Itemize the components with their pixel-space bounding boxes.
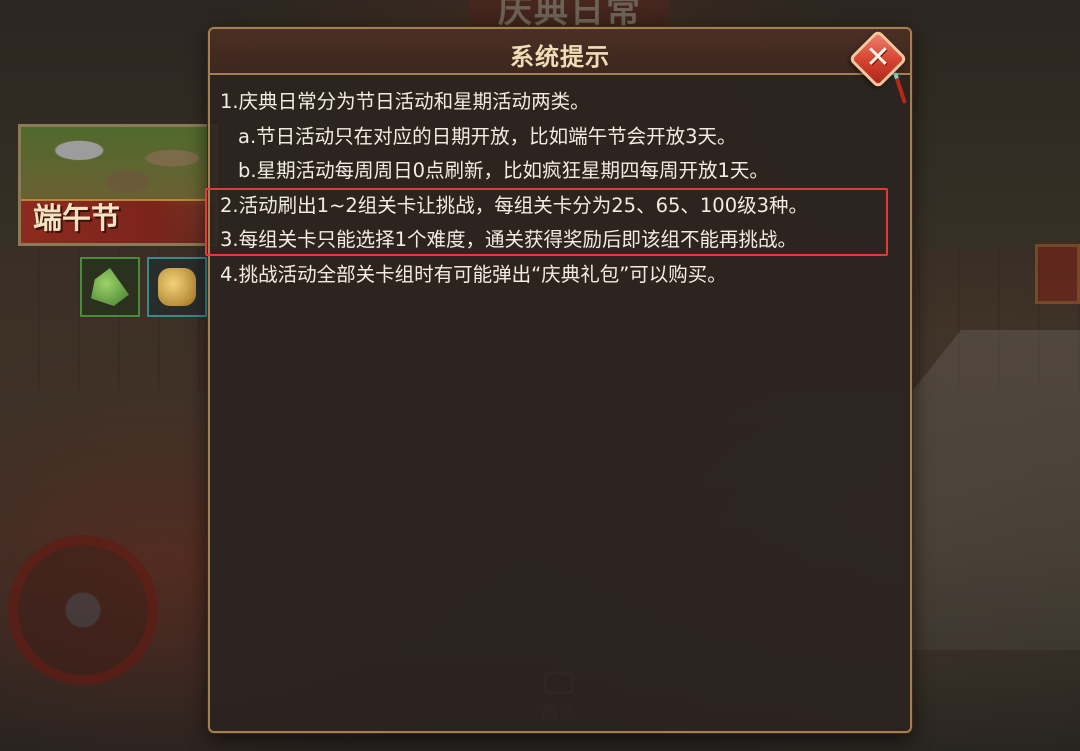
background-tent [910,330,1080,650]
rule-line-1a: a.节日活动只在对应的日期开放，比如端午节会开放3天。 [238,124,737,148]
dialog-title: 系统提示 [510,42,610,71]
close-icon: ✕ [865,40,891,75]
gold-ingot-icon [158,268,196,306]
system-tip-dialog: 系统提示 1.庆典日常分为节日活动和星期活动两类。 a.节日活动只在对应的日期开… [208,27,912,733]
rule-line-4: 4.挑战活动全部关卡组时有可能弹出“庆典礼包”可以购买。 [220,262,727,286]
event-card-scene [21,127,215,205]
background-flag [1035,244,1080,304]
reward-slot-zongzi[interactable] [80,257,140,317]
close-button[interactable]: ✕ [848,29,908,104]
zongzi-icon [91,268,129,306]
event-card-dragon-boat[interactable]: 端午节 [18,124,218,246]
reward-slot-gold-ingot[interactable] [147,257,207,317]
dialog-content: 1.庆典日常分为节日活动和星期活动两类。 a.节日活动只在对应的日期开放，比如端… [220,85,900,292]
rule-line-1b: b.星期活动每周周日0点刷新，比如疯狂星期四每周开放1天。 [238,159,769,182]
dialog-header: 系统提示 [210,29,910,75]
background-cart-wheel [8,535,158,685]
event-card-label: 端午节 [33,201,121,235]
rule-line-3: 3.每组关卡只能选择1个难度，通关获得奖励后即该组不能再挑战。 [220,228,798,251]
rule-line-2: 2.活动刷出1~2组关卡让挑战，每组关卡分为25、65、100级3种。 [220,193,809,217]
rule-line-1: 1.庆典日常分为节日活动和星期活动两类。 [220,90,590,113]
